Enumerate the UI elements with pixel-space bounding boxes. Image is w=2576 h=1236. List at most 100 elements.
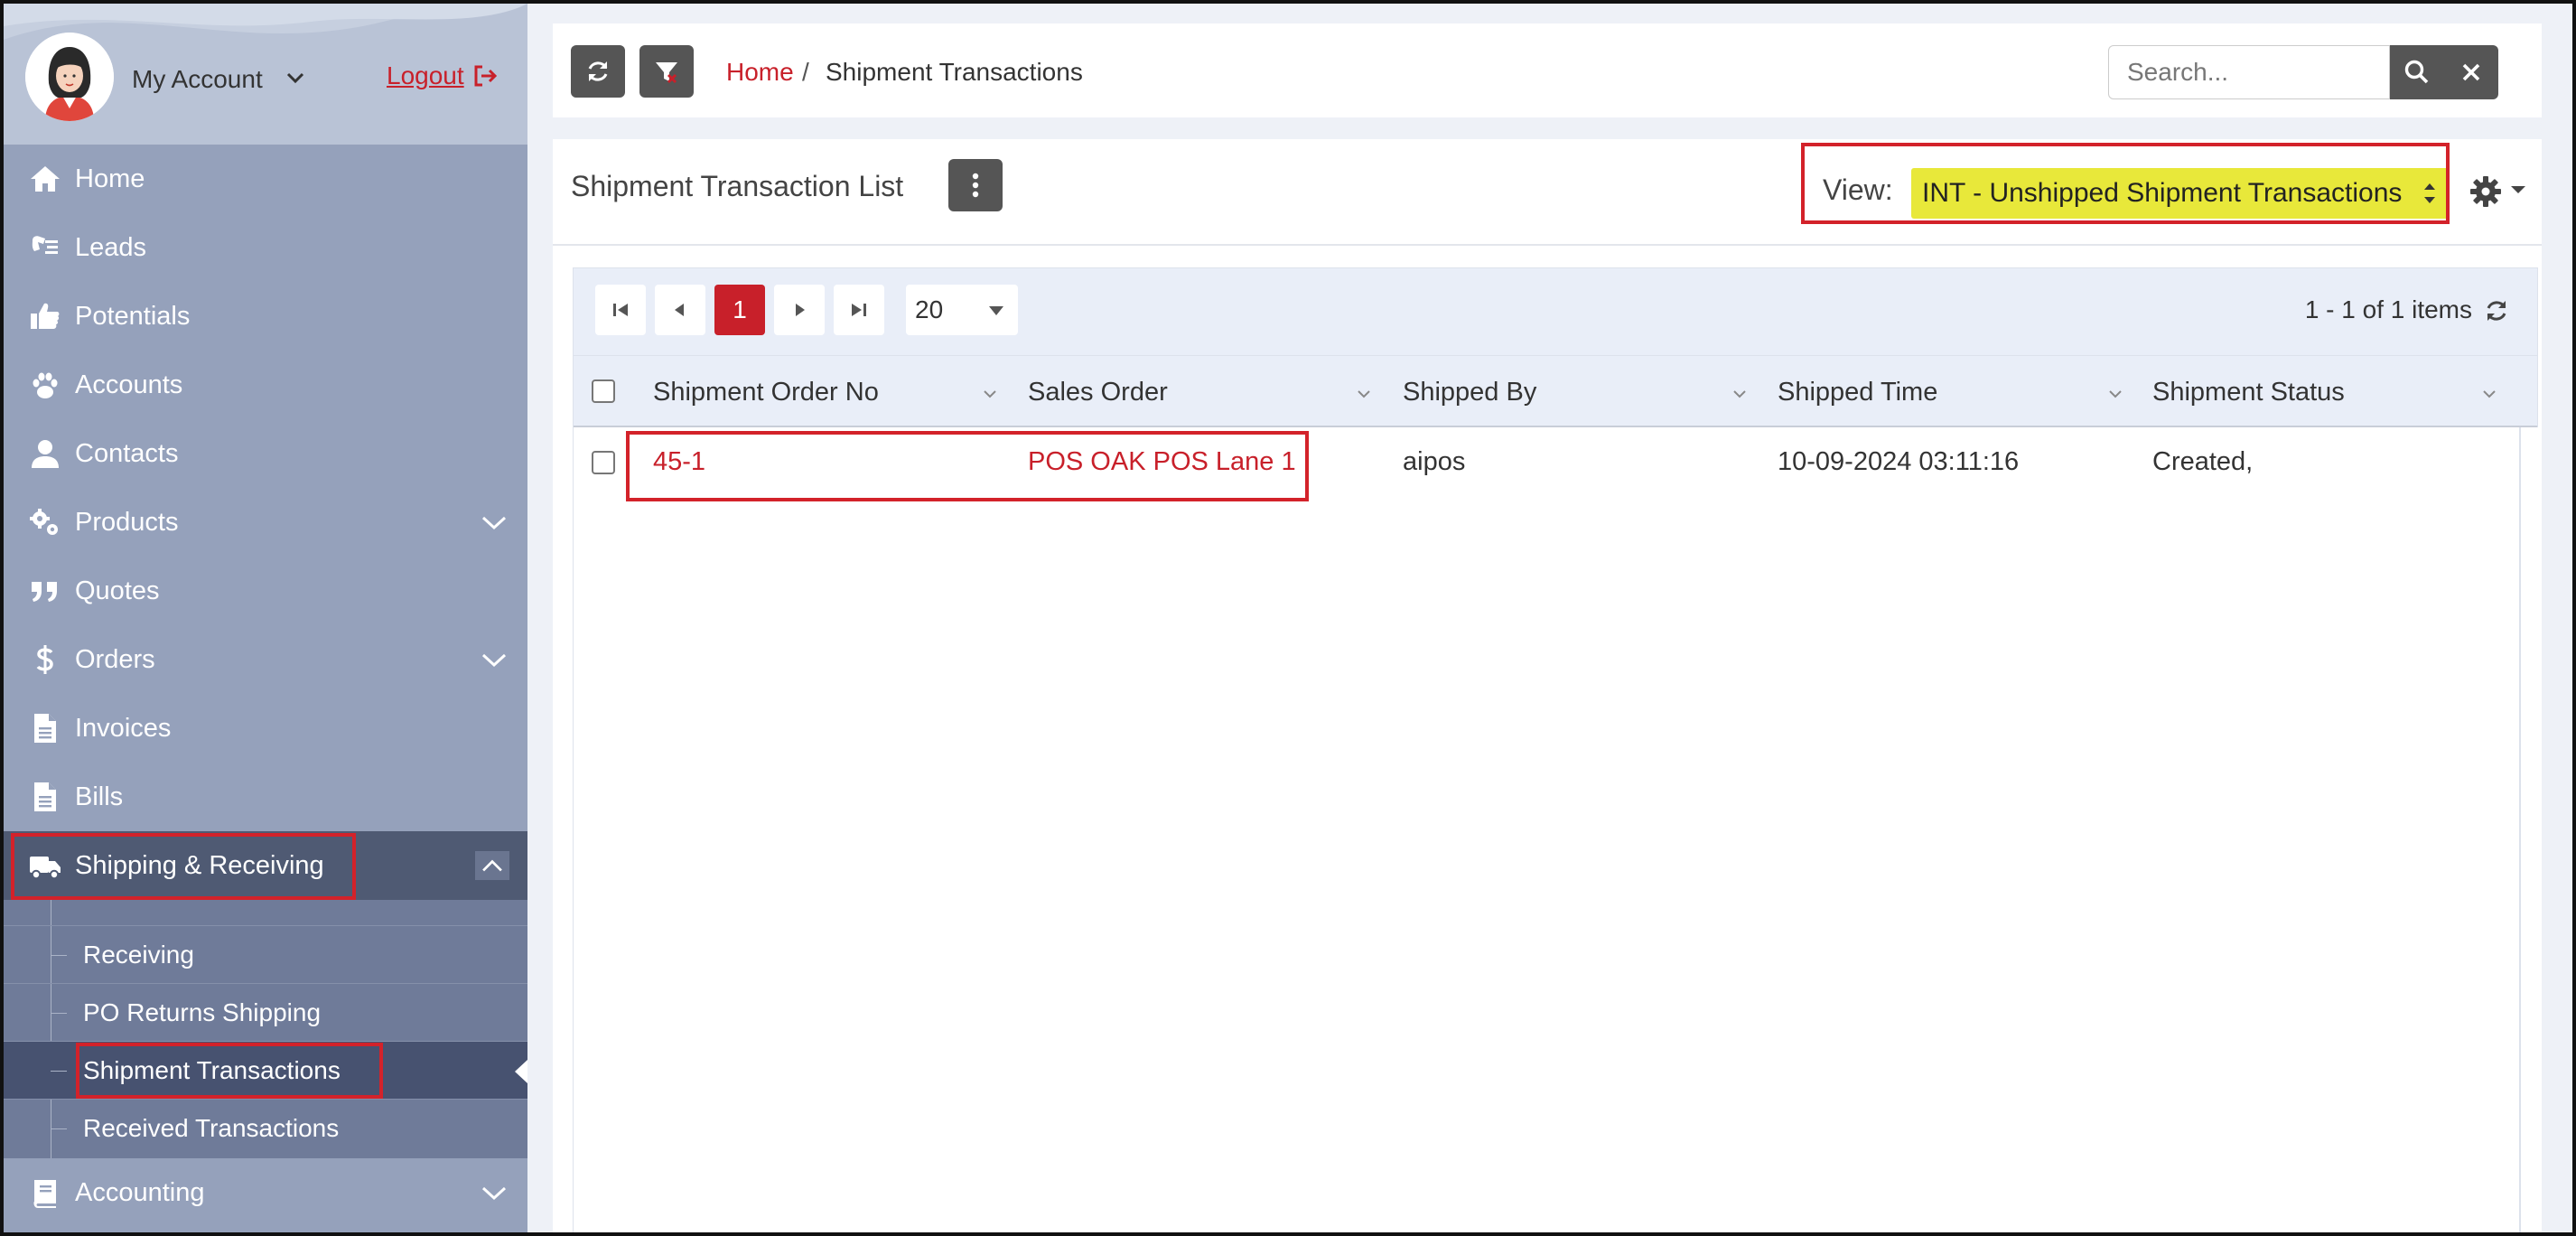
sidebar-item-label: Orders [75,644,155,674]
search-input[interactable] [2108,45,2390,99]
view-label: View: [1823,173,1893,206]
vertical-scrollbar[interactable] [2519,427,2539,1232]
column-menu-icon[interactable] [1356,389,1372,399]
sidebar-item-label: Accounting [75,1177,205,1207]
collapse-button[interactable] [475,851,509,880]
chevron-down-icon[interactable] [481,513,508,531]
submenu-item-shipment-transactions[interactable]: Shipment Transactions [4,1041,527,1099]
sidebar-item-label: Bills [75,782,124,811]
tree-tick [51,954,67,956]
sidebar-item-label: Contacts [75,438,179,468]
sidebar-item-label: Products [75,507,179,537]
submenu-item-label: Shipment Transactions [83,1055,341,1084]
chevron-down-icon[interactable] [481,1184,508,1202]
document-icon [27,779,63,815]
avatar[interactable] [25,33,114,121]
submenu-item-receiving[interactable]: Receiving [4,925,527,983]
sidebar-item-home[interactable]: Home [4,145,527,213]
clear-search-button[interactable] [2444,45,2498,99]
submenu-item-label: PO Returns Shipping [83,997,322,1026]
settings-gear-icon[interactable] [2469,175,2502,208]
thumbs-up-icon [27,298,63,334]
close-icon [2462,63,2480,81]
prev-page-button[interactable] [655,285,705,335]
sidebar-item-shipping-receiving[interactable]: Shipping & Receiving [4,831,527,900]
first-page-button[interactable] [595,285,646,335]
chevron-down-icon[interactable] [481,651,508,669]
my-account-label[interactable]: My Account [132,65,263,94]
sidebar-item-label: Invoices [75,713,172,743]
row-checkbox[interactable] [592,451,615,474]
top-toolbar: Home / Shipment Transactions [553,23,2542,117]
search-icon [2404,60,2429,84]
column-menu-icon[interactable] [1731,389,1748,399]
column-header-sales-order[interactable]: Sales Order [1028,378,1168,407]
header-divider [553,244,2542,246]
column-menu-icon[interactable] [982,389,998,399]
column-header-shipped-by[interactable]: Shipped By [1403,378,1536,407]
dollar-icon [27,641,63,678]
logout-link[interactable]: Logout [387,61,499,90]
refresh-icon[interactable] [2483,297,2510,324]
sidebar-item-bills[interactable]: Bills [4,763,527,831]
refresh-button[interactable] [571,45,625,98]
breadcrumb-separator: / [802,58,809,86]
sidebar-item-products[interactable]: Products [4,488,527,557]
user-icon [27,435,63,472]
sidebar-item-invoices[interactable]: Invoices [4,694,527,763]
document-icon [27,710,63,746]
sidebar-item-label: Quotes [75,576,160,605]
column-menu-icon[interactable] [2107,389,2123,399]
pager-info: 1 - 1 of 1 items [2304,295,2472,323]
last-page-button[interactable] [834,285,884,335]
data-grid: 1 20 1 - 1 of 1 items Shipment Order No … [573,267,2539,1232]
table-row[interactable]: 45-1 POS OAK POS Lane 1 aipos 10-09-2024… [574,427,2519,500]
page-size-select[interactable]: 20 [906,285,1018,335]
page-title: Shipment Transaction List [571,170,904,202]
submenu-item-label: Received Transactions [83,1113,340,1142]
shipped-time-cell: 10-09-2024 03:11:16 [1778,447,2020,476]
caret-down-icon[interactable] [2511,186,2525,193]
app-window: My Account Logout Home Leads Potentials [0,0,2576,1236]
column-header-shipped-time[interactable]: Shipped Time [1778,378,1937,407]
search-button[interactable] [2390,45,2444,99]
chevron-down-icon[interactable] [285,70,305,85]
current-page-button[interactable]: 1 [714,285,765,335]
logout-label[interactable]: Logout [387,61,464,90]
sidebar-item-quotes[interactable]: Quotes [4,557,527,625]
shipment-order-no-link[interactable]: 45-1 [653,447,705,477]
breadcrumb-home-link[interactable]: Home [726,58,794,87]
sidebar-item-orders[interactable]: Orders [4,625,527,694]
sidebar-item-contacts[interactable]: Contacts [4,419,527,488]
list-actions-button[interactable] [948,159,1003,211]
prev-page-icon [675,304,684,316]
breadcrumb-current: Shipment Transactions [826,58,1083,86]
table-header: Shipment Order No Sales Order Shipped By… [574,355,2537,427]
home-icon [27,161,63,197]
clear-filter-button[interactable] [639,45,694,98]
logout-icon [474,65,497,87]
submenu-item-label: Receiving [83,940,194,969]
sidebar-item-accounting[interactable]: Accounting [4,1158,527,1227]
next-page-button[interactable] [774,285,825,335]
sidebar-item-label: Accounts [75,370,183,399]
sales-order-link[interactable]: POS OAK POS Lane 1 [1028,447,1296,477]
last-page-icon [852,304,866,316]
select-all-checkbox[interactable] [592,379,615,403]
leads-icon [27,229,63,266]
sidebar-item-leads[interactable]: Leads [4,213,527,282]
column-header-shipment-status[interactable]: Shipment Status [2152,378,2345,407]
column-menu-icon[interactable] [2481,389,2497,399]
view-select[interactable]: INT - Unshipped Shipment Transactions [1911,168,2450,219]
paw-icon [27,367,63,403]
submenu-item-po-returns-shipping[interactable]: PO Returns Shipping [4,983,527,1041]
chevron-up-icon [482,859,502,872]
next-page-icon [796,304,805,316]
sidebar-item-potentials[interactable]: Potentials [4,282,527,351]
refresh-icon [588,61,608,81]
column-header-shipment-order-no[interactable]: Shipment Order No [653,378,879,407]
first-page-icon [613,304,628,316]
sidebar-item-accounts[interactable]: Accounts [4,351,527,419]
shipped-by-cell: aipos [1403,447,1466,476]
submenu-item-received-transactions[interactable]: Received Transactions [4,1099,527,1156]
